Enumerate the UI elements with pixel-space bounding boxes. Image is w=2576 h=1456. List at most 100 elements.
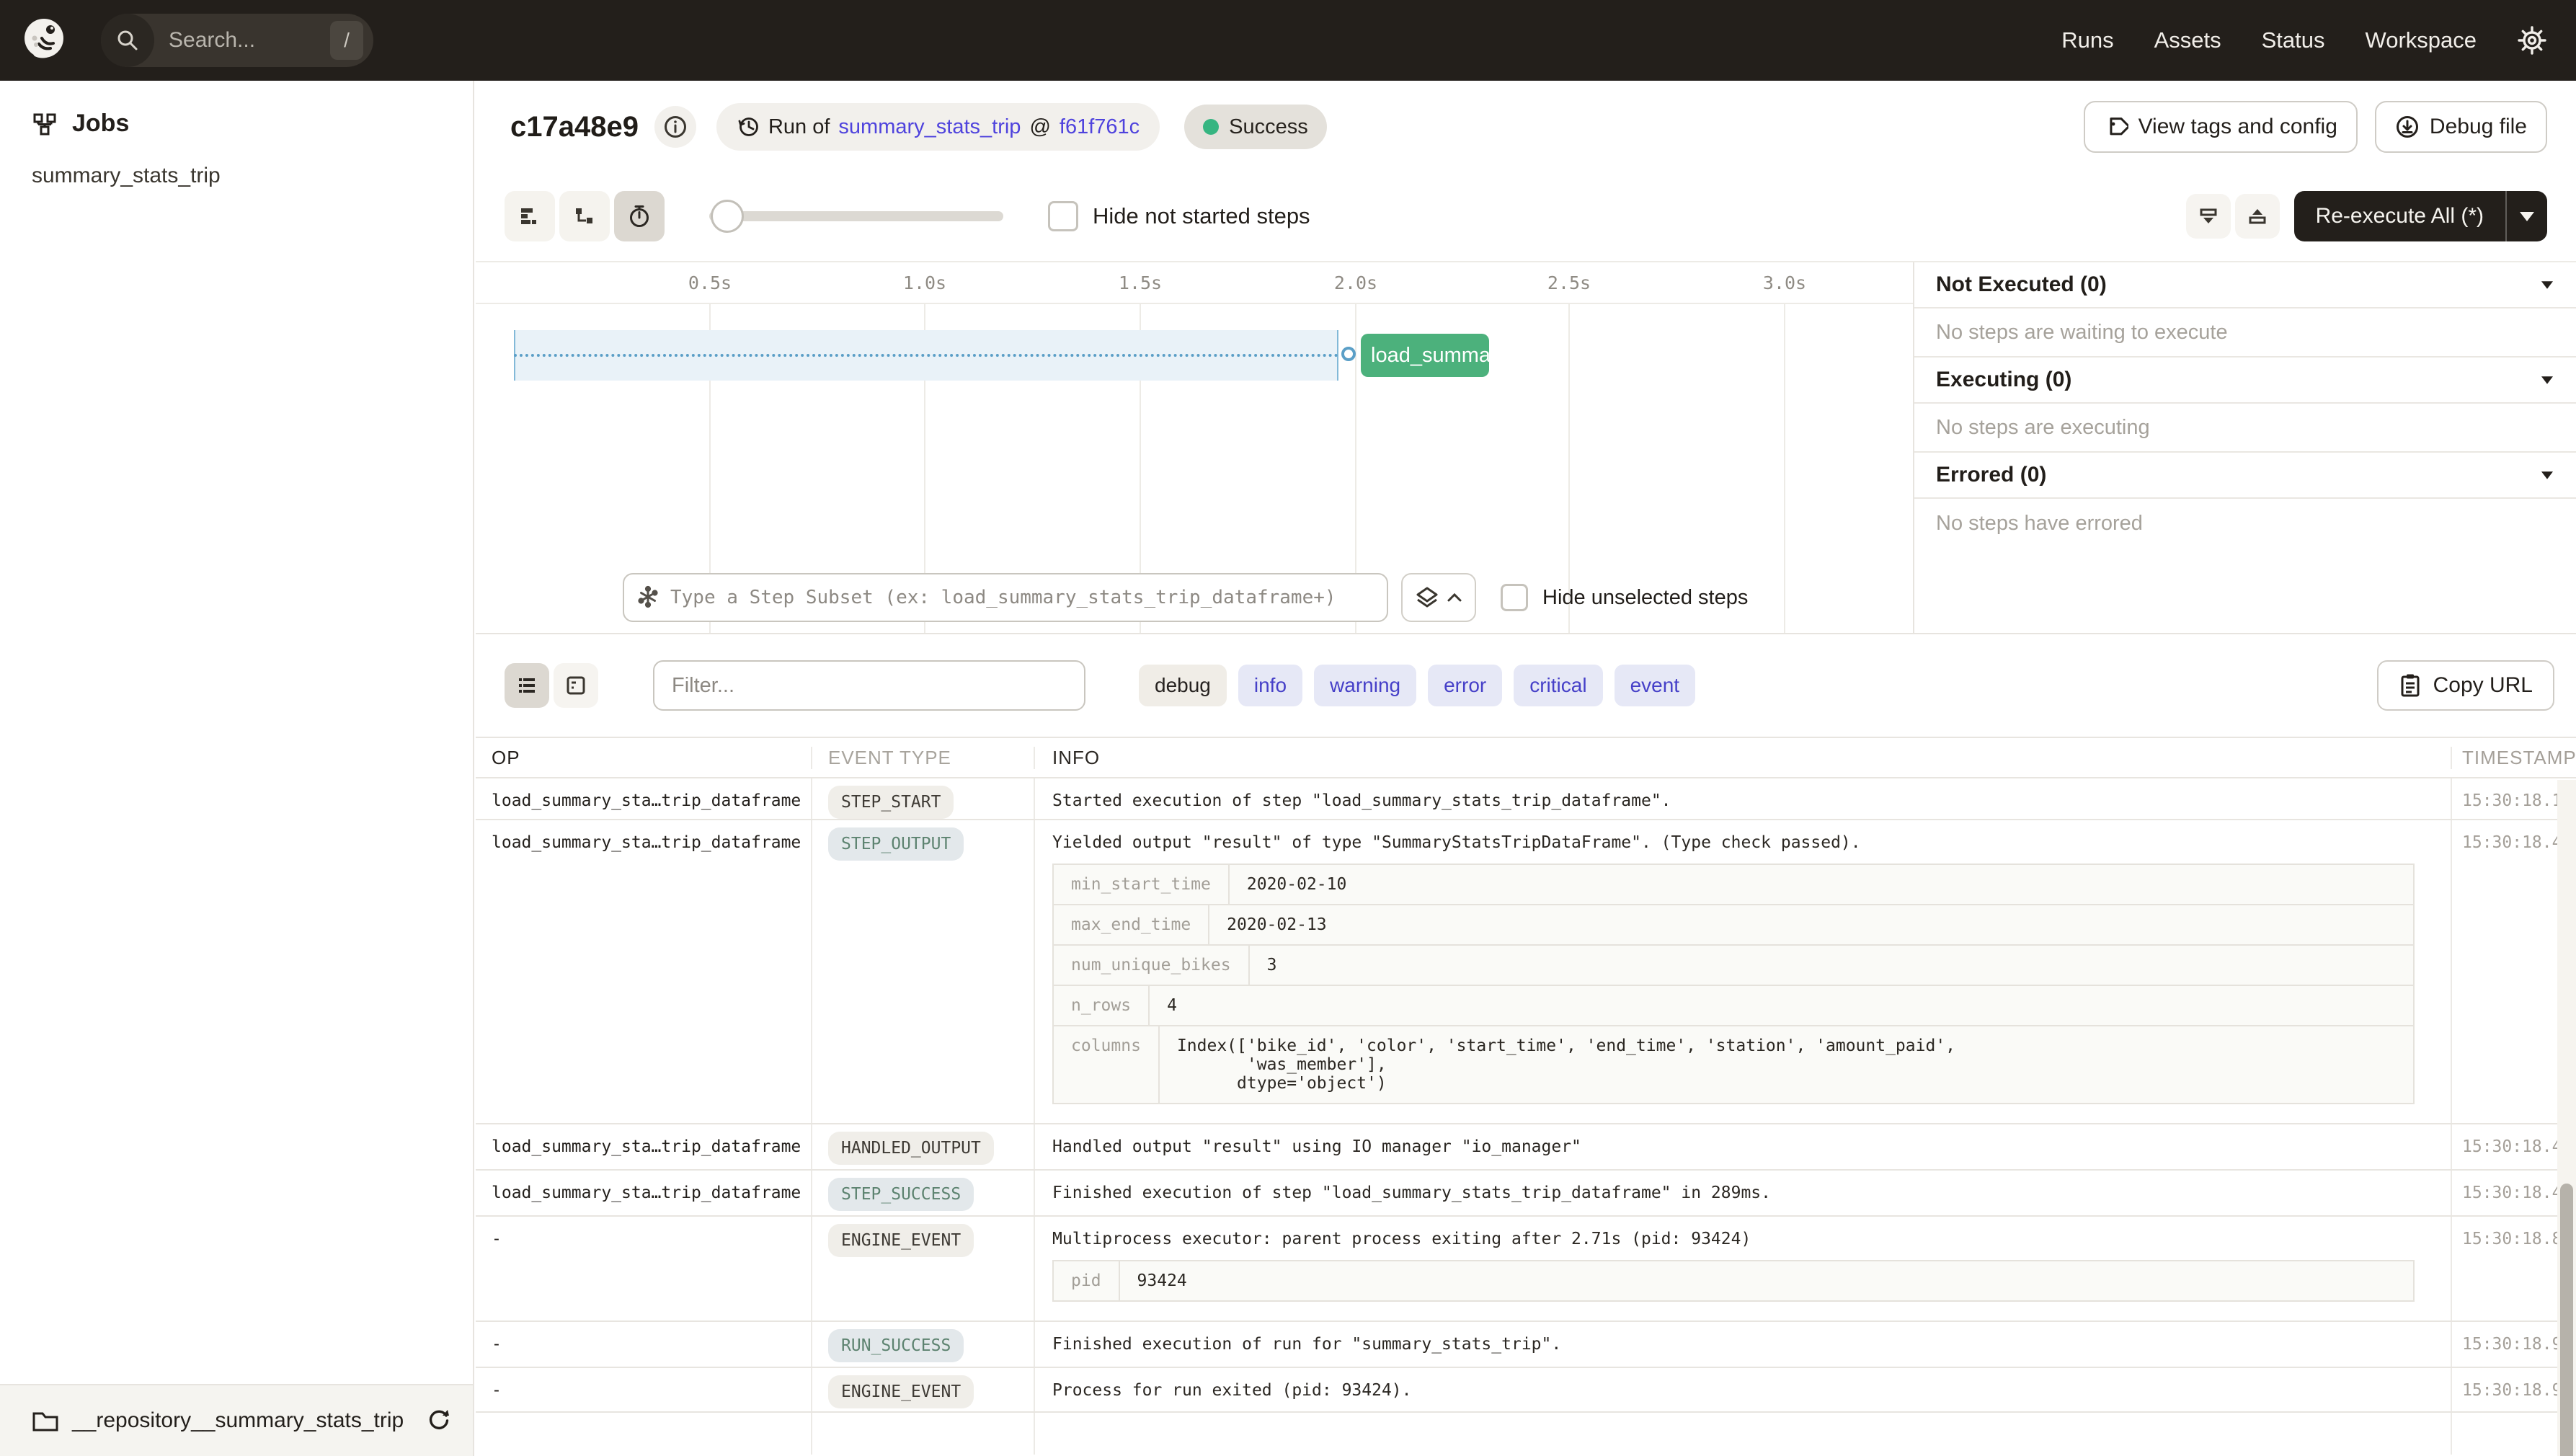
info-text: Finished execution of step "load_summary… [1052,1184,1771,1202]
gantt-waiting-marker [1341,347,1356,361]
gantt-area: 0.5s 1.0s 1.5s 2.0s 2.5s 3.0s load_summa… [476,261,2576,634]
info-cell: Multiprocess executor: parent process ex… [1035,1217,2452,1320]
log-scrollbar-track[interactable] [2557,780,2576,1456]
column-header-info: INFO [1035,746,2452,769]
table-row: load_summary_sta…trip_dataframe HANDLED_… [476,1124,2576,1171]
copy-url-button[interactable]: Copy URL [2376,660,2554,711]
success-dot-icon [1203,119,1220,135]
step-subset-row: Hide unselected steps [476,562,1913,633]
event-type-cell: ENGINE_EVENT [812,1368,1035,1411]
event-type-cell: ENGINE_EVENT [812,1217,1035,1320]
op-cell: - [476,1322,812,1367]
table-row-empty [476,1413,2576,1455]
level-badge-info[interactable]: info [1238,665,1303,706]
level-badge-debug[interactable]: debug [1139,665,1227,706]
gantt-step-bar[interactable]: load_summary_ [1361,334,1489,377]
sidebar-item-summary-stats-trip[interactable]: summary_stats_trip [0,164,473,188]
op-cell: load_summary_sta…trip_dataframe [476,820,812,1123]
clipboard-icon [2399,672,2422,698]
info-cell: Started execution of step "load_summary_… [1035,778,2452,819]
hide-unselected-checkbox[interactable] [1501,584,1528,611]
log-table-body: load_summary_sta…trip_dataframe STEP_STA… [476,778,2576,1455]
chevron-down-icon [2541,280,2553,289]
panel-section-errored[interactable]: Errored (0) [1914,453,2576,499]
metadata-key: num_unique_bikes [1054,946,1250,985]
zoom-slider[interactable] [709,191,1003,241]
dagster-logo[interactable] [22,17,69,64]
info-icon[interactable] [654,106,696,148]
log-list-view-button[interactable] [505,663,549,708]
reexecute-dropdown-button[interactable] [2505,191,2547,241]
flat-view-button[interactable] [505,191,555,241]
waterfall-view-button[interactable] [559,191,610,241]
chevron-down-icon [2541,376,2553,384]
axis-tick: 2.0s [1333,272,1378,293]
nav-item-runs[interactable]: Runs [2061,27,2113,53]
log-structured-view-button[interactable] [554,663,598,708]
event-type-badge: RUN_SUCCESS [828,1329,964,1362]
metadata-value: 93424 [1137,1271,1187,1290]
nav-item-workspace[interactable]: Workspace [2366,27,2477,53]
event-type-cell: STEP_START [812,778,1035,819]
axis-tick: 1.0s [902,272,947,293]
info-cell: Finished execution of step "load_summary… [1035,1171,2452,1215]
step-status-panel: Not Executed (0) No steps are waiting to… [1914,262,2576,633]
level-badge-event[interactable]: event [1614,665,1696,706]
metadata-key: n_rows [1054,986,1150,1025]
nav-item-status[interactable]: Status [2262,27,2325,53]
zoom-to-fit-up-icon[interactable] [2234,194,2280,239]
log-scrollbar-thumb[interactable] [2560,1184,2573,1456]
event-type-badge: STEP_START [828,786,954,819]
panel-section-executing[interactable]: Executing (0) [1914,358,2576,404]
level-badge-error[interactable]: error [1428,665,1503,706]
op-cell: load_summary_sta…trip_dataframe [476,778,812,819]
metadata-entry: columns Index(['bike_id', 'color', 'star… [1052,1025,2415,1104]
hide-not-started-control: Hide not started steps [1048,201,1310,231]
reexecute-all-button[interactable]: Re-execute All (*) [2294,204,2505,228]
metadata-entry: min_start_time 2020-02-10 [1052,864,2415,905]
metadata-key: min_start_time [1054,865,1230,904]
nav-links: Runs Assets Status Workspace [2061,25,2547,56]
column-header-event-type: EVENT TYPE [812,746,1035,769]
level-badge-critical[interactable]: critical [1514,665,1603,706]
download-icon [2395,115,2420,139]
metadata-key: pid [1054,1261,1120,1300]
view-tags-config-button[interactable]: View tags and config [2083,101,2358,153]
metadata-value: 2020-02-10 [1246,875,1347,894]
debug-file-button[interactable]: Debug file [2374,101,2547,153]
event-type-cell: HANDLED_OUTPUT [812,1124,1035,1169]
panel-section-title: Not Executed (0) [1936,272,2107,296]
log-table-header: OP EVENT TYPE INFO TIMESTAMP [476,738,2576,778]
level-badge-warning[interactable]: warning [1314,665,1417,706]
timed-view-button[interactable] [614,191,665,241]
nav-item-assets[interactable]: Assets [2154,27,2221,53]
graph-query-toggle-button[interactable] [1401,573,1476,622]
hide-unselected-label: Hide unselected steps [1542,585,1749,609]
metadata-entry: max_end_time 2020-02-13 [1052,904,2415,946]
zoom-slider-track[interactable] [709,211,1003,221]
search-input[interactable]: Search... / [101,14,373,67]
status-label: Success [1229,115,1308,138]
panel-section-not-executed[interactable]: Not Executed (0) [1914,262,2576,308]
log-table: OP EVENT TYPE INFO TIMESTAMP load_summar… [476,737,2576,1456]
commit-link[interactable]: f61f761c [1060,115,1140,139]
search-shortcut-key: / [330,21,363,60]
gear-icon[interactable] [2517,25,2547,56]
top-nav: Search... / Runs Assets Status Workspace [0,0,2576,81]
op-cell: - [476,1217,812,1320]
jobs-header: Jobs [0,81,473,138]
metadata-key: columns [1054,1026,1160,1103]
table-row: - ENGINE_EVENT Multiprocess executor: pa… [476,1217,2576,1322]
step-subset-input[interactable] [623,573,1388,622]
hide-not-started-checkbox[interactable] [1048,201,1078,231]
header-buttons: View tags and config Debug file [2083,101,2547,153]
log-filter-input[interactable] [653,660,1085,711]
run-id: c17a48e9 [510,110,639,143]
panel-section-body: No steps are waiting to execute [1914,308,2576,358]
log-toolbar: debug info warning error critical event … [476,634,2576,737]
zoom-to-fit-down-icon[interactable] [2185,194,2231,239]
info-cell: Finished execution of run for "summary_s… [1035,1322,2452,1367]
refresh-icon[interactable] [427,1408,451,1433]
zoom-slider-knob[interactable] [711,200,744,233]
pipeline-link[interactable]: summary_stats_trip [838,115,1021,139]
